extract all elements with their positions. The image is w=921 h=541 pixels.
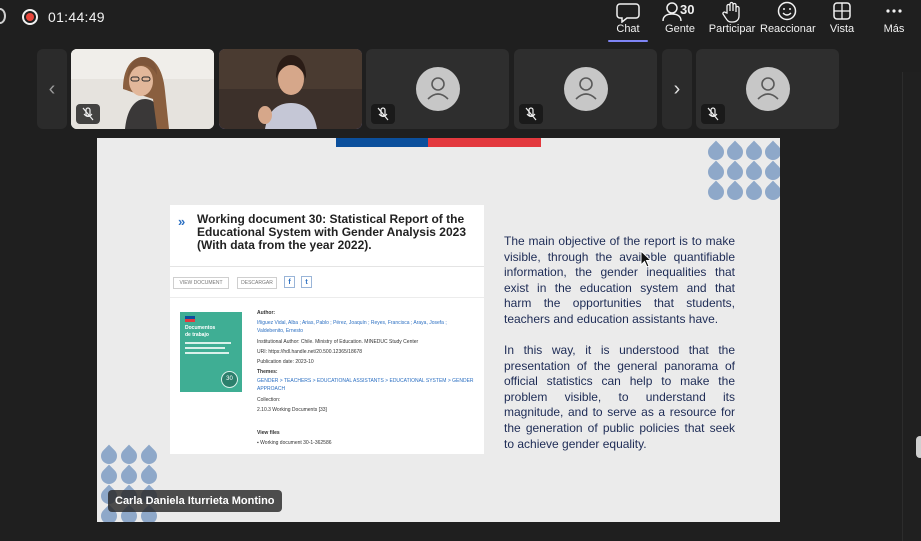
more-button[interactable]: Más (878, 0, 910, 44)
cover-title-line-1: Documentos (185, 325, 216, 331)
raise-hand-label: Participar (708, 23, 756, 35)
authors-line-2: Valdebenito, Ernesto (257, 328, 304, 334)
divider (170, 297, 484, 298)
chat-button[interactable]: Chat (606, 0, 650, 44)
themes-line-1: GENDER > TEACHERS > EDUCATIONAL ASSISTAN… (257, 378, 474, 384)
more-options-icon (886, 9, 902, 13)
mic-off-icon (519, 104, 543, 124)
meeting-timer: 01:44:49 (48, 9, 105, 25)
hand-icon (722, 1, 740, 23)
cover-logo-icon (185, 316, 195, 322)
cover-number-badge: 30 (221, 371, 238, 388)
scrollbar-thumb[interactable] (916, 436, 921, 458)
more-label: Más (883, 23, 905, 35)
decor-drop (704, 180, 728, 204)
meeting-top-bar: 01:44:49 Chat 30 Gente Participar Reacci… (0, 0, 921, 44)
shared-presentation-slide: » Working document 30: Statistical Repor… (97, 138, 780, 522)
decor-drop (761, 140, 780, 164)
document-record-card: » Working document 30: Statistical Repor… (170, 205, 484, 454)
stage-scrollbar[interactable] (902, 72, 921, 541)
participant-video-2-feed (219, 49, 362, 129)
decor-drop (761, 180, 780, 204)
collection-value: 2.10.3 Working Documents [33] (257, 407, 327, 413)
decor-drop (723, 180, 747, 204)
attached-file: ▪ Working document 30-1-362586 (257, 440, 332, 447)
react-button[interactable]: Reaccionar (760, 0, 816, 44)
participant-tile-4[interactable] (514, 49, 657, 129)
recording-indicator-icon (22, 9, 38, 25)
divider (170, 266, 484, 267)
strip-previous-button[interactable]: ‹ (37, 49, 67, 129)
avatar-placeholder-icon (415, 67, 460, 111)
people-label: Gente (665, 23, 695, 35)
mic-off-icon (701, 104, 725, 124)
institutional-author: Institutional Author: Chile. Ministry of… (257, 339, 419, 345)
collection-heading: Collection: (257, 397, 281, 403)
presenter-name-tag: Carla Daniela Iturrieta Montino (108, 490, 282, 512)
participant-video-2[interactable] (219, 49, 362, 129)
view-files-label: View files (257, 430, 280, 436)
participant-video-1[interactable] (71, 49, 214, 129)
slide-paragraph: In this way, it is understood that the p… (504, 343, 735, 451)
cover-title-line-2: de trabajo (185, 332, 209, 338)
strip-next-button[interactable]: › (662, 49, 692, 129)
react-label: Reaccionar (760, 23, 816, 35)
themes-line-2: APPROACH (257, 386, 286, 392)
people-count: 30 (680, 2, 695, 17)
people-button[interactable]: 30 Gente (660, 0, 700, 44)
authors-line-1: Iñiguez Vidal, Alba ; Arias, Pablo ; Pér… (257, 320, 447, 326)
window-edge-icon (0, 8, 6, 24)
mouse-cursor-icon (640, 250, 653, 268)
chevron-left-icon: ‹ (48, 77, 56, 100)
document-title: Working document 30: Statistical Report … (197, 212, 466, 252)
flag-stripe-blue (336, 138, 428, 147)
decorative-drops-top-right (704, 140, 780, 204)
view-document-button: VIEW DOCUMENT (173, 277, 229, 289)
decor-drop (761, 160, 780, 184)
mic-off-icon (76, 104, 100, 124)
twitter-icon: t (301, 276, 312, 288)
chat-label: Chat (616, 23, 640, 35)
slide-body-text: The main objective of the report is to m… (504, 234, 735, 468)
view-label: Vista (829, 23, 855, 35)
chevron-right-icon: › (673, 77, 681, 100)
flag-stripe-red (428, 138, 541, 147)
participant-tile-3[interactable] (366, 49, 509, 129)
file-name: Working document 30-1-362586 (260, 440, 332, 446)
document-uri: URI: https://hdl.handle.net/20.500.12365… (257, 349, 363, 355)
avatar-placeholder-icon (563, 67, 608, 111)
cover-text-line (185, 342, 231, 344)
publication-date: Publication date: 2023-10 (257, 359, 314, 365)
download-button: DESCARGAR (237, 277, 277, 289)
chat-icon (616, 3, 640, 23)
file-icon: ▪ (257, 440, 259, 446)
double-chevron-icon: » (178, 214, 186, 229)
facebook-icon: f (284, 276, 295, 288)
mic-off-icon (371, 104, 395, 124)
grid-view-icon (833, 2, 851, 20)
author-heading: Author: (257, 310, 276, 316)
slide-paragraph: The main objective of the report is to m… (504, 234, 735, 326)
participant-tile-5[interactable] (696, 49, 839, 129)
cover-text-line (185, 347, 225, 349)
decor-drop (742, 180, 766, 204)
document-cover-thumbnail: Documentos de trabajo 30 (180, 312, 242, 392)
smiley-icon (777, 1, 797, 21)
view-button[interactable]: Vista (824, 0, 860, 44)
avatar-placeholder-icon (745, 67, 790, 111)
raise-hand-button[interactable]: Participar (708, 0, 756, 44)
themes-heading: Themes: (257, 369, 278, 375)
cover-text-line (185, 352, 229, 354)
